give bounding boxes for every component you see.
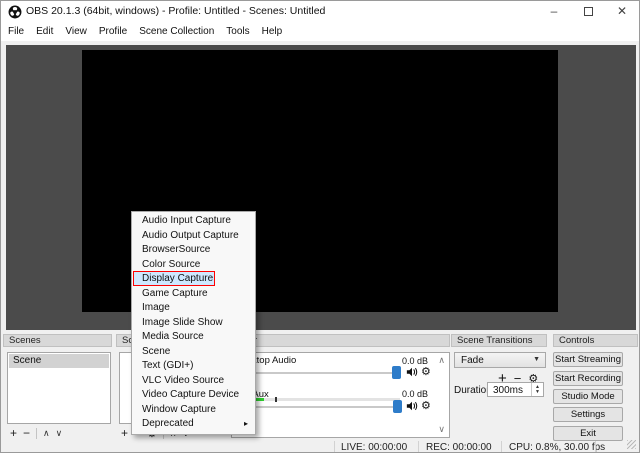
spin-down-icon[interactable]: ▼ [535,389,540,395]
duration-spinbox[interactable]: 300ms ▲ ▼ [487,382,544,397]
menu-item-image[interactable]: Image [132,301,255,316]
menubar-item-tools[interactable]: Tools [220,23,255,41]
obs-window: OBS 20.1.3 (64bit, windows) - Profile: U… [0,0,640,453]
menubar-item-help[interactable]: Help [256,23,289,41]
status-rec: REC: 00:00:00 [426,442,492,453]
add-source-button[interactable]: + [121,426,128,440]
close-button[interactable]: ✕ [605,1,639,23]
mixer-box: Desktop Audio 0.0 dB ⚙ Mic/Aux 0.0 dB ⚙ … [231,352,450,438]
channel-gear-icon[interactable]: ⚙ [421,366,433,378]
menu-item-scene[interactable]: Scene [132,345,255,360]
volume-slider-track[interactable] [234,372,400,374]
mixer-scroll-down-icon[interactable]: ∨ [438,424,445,435]
obs-logo-icon [8,5,22,19]
menubar-item-profile[interactable]: Profile [93,23,133,41]
menu-bar: File Edit View Profile Scene Collection Tools… [1,23,639,41]
duration-value: 300ms [493,384,524,396]
resize-grip[interactable] [627,440,636,449]
toolbar-divider [36,427,38,439]
add-source-context-menu: Audio Input Capture Audio Output Capture B… [131,211,256,435]
volume-slider-handle[interactable] [393,400,402,413]
status-cpu-fps: CPU: 0.8%, 30.00 fps [509,442,606,453]
controls-title: Controls [559,335,595,346]
scene-down-button[interactable]: ∨ [56,428,63,439]
spinner-buttons[interactable]: ▲ ▼ [531,383,543,396]
scenes-list[interactable]: Scene [7,352,111,424]
studio-mode-button[interactable]: Studio Mode [553,389,623,404]
menu-item-media-source[interactable]: Media Source [132,330,255,345]
volume-slider-track[interactable] [234,406,400,408]
status-divider [418,441,419,452]
preview-area [6,45,636,330]
mixer-channel-db: 0.0 dB [401,389,428,399]
status-live: LIVE: 00:00:00 [341,442,408,453]
transition-selected-value: Fade [461,355,484,366]
status-divider [595,441,596,452]
transitions-title: Scene Transitions [457,335,533,346]
menubar-item-view[interactable]: View [59,23,93,41]
title-bar: OBS 20.1.3 (64bit, windows) - Profile: U… [1,1,639,23]
mixer-channel-db: 0.0 dB [401,356,428,366]
menu-item-audio-output-capture[interactable]: Audio Output Capture [132,229,255,244]
menubar-item-edit[interactable]: Edit [30,23,59,41]
window-title: OBS 20.1.3 (64bit, windows) - Profile: U… [26,5,326,17]
settings-button[interactable]: Settings [553,407,623,422]
submenu-arrow-icon: ▸ [243,419,248,428]
maximize-button[interactable] [571,1,605,23]
audio-level-meter [234,397,400,402]
scene-up-button[interactable]: ∧ [43,428,50,439]
status-divider [334,441,335,452]
status-divider [501,441,502,452]
start-recording-button[interactable]: Start Recording [553,371,623,386]
remove-scene-button[interactable]: − [23,426,30,440]
menu-item-text-gdi[interactable]: Text (GDI+) [132,359,255,374]
scenes-panel-header: Scenes [3,334,112,347]
scenes-toolbar: + − ∧ ∨ [10,426,62,440]
menu-item-vlc-video-source[interactable]: VLC Video Source [132,374,255,389]
scenes-title: Scenes [9,335,41,346]
chevron-down-icon: ▼ [533,356,540,363]
exit-button[interactable]: Exit [553,426,623,441]
scene-list-item[interactable]: Scene [9,354,109,368]
maximize-icon [583,7,593,16]
menu-item-image-slide-show[interactable]: Image Slide Show [132,316,255,331]
transition-select[interactable]: Fade ▼ [454,352,546,368]
menu-item-deprecated[interactable]: Deprecated ▸ [132,417,255,432]
menubar-item-file[interactable]: File [2,23,30,41]
controls-panel-header: Controls [553,334,638,347]
menu-item-display-capture[interactable]: Display Capture [132,272,255,287]
start-streaming-button[interactable]: Start Streaming [553,352,623,367]
menu-item-color-source[interactable]: Color Source [132,258,255,273]
speaker-icon[interactable] [406,366,418,378]
menu-item-game-capture[interactable]: Game Capture [132,287,255,302]
add-scene-button[interactable]: + [10,426,17,440]
menu-item-browsersource[interactable]: BrowserSource [132,243,255,258]
channel-gear-icon[interactable]: ⚙ [421,400,433,412]
minimize-button[interactable]: – [537,1,571,23]
meter-tick [275,397,277,402]
mixer-panel-header: Mixer [228,334,450,347]
menu-item-video-capture-device[interactable]: Video Capture Device [132,388,255,403]
mixer-scroll-up-icon[interactable]: ∧ [438,355,445,366]
speaker-icon[interactable] [406,400,418,412]
transitions-panel-header: Scene Transitions [451,334,547,347]
menubar-item-scene-collection[interactable]: Scene Collection [133,23,220,41]
menu-item-audio-input-capture[interactable]: Audio Input Capture [132,214,255,229]
menu-item-window-capture[interactable]: Window Capture [132,403,255,418]
volume-slider-handle[interactable] [392,366,401,379]
